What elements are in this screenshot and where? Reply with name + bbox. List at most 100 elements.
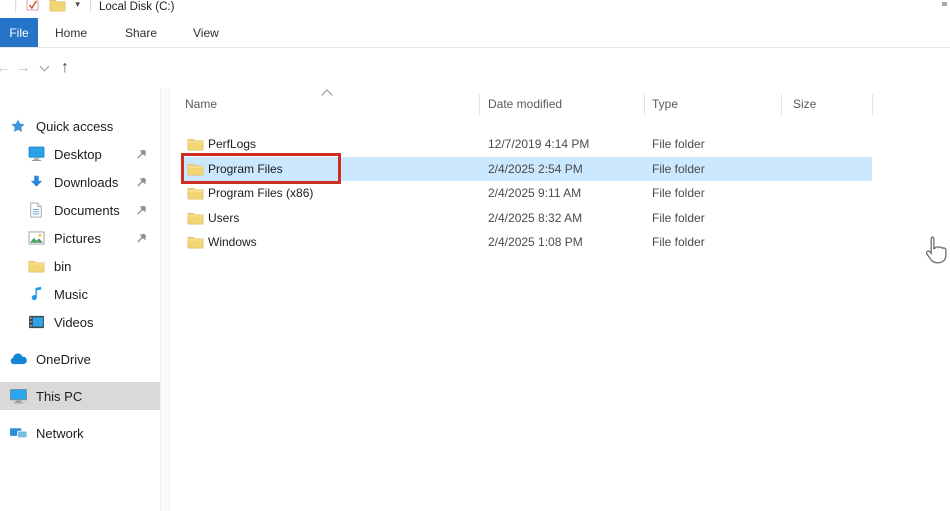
folder-icon: [187, 157, 204, 182]
sidebar-item-bin[interactable]: bin: [0, 252, 160, 280]
sidebar-item-music[interactable]: Music: [0, 280, 160, 308]
sidebar-item-label: Quick access: [36, 119, 113, 134]
sidebar-item-this-pc[interactable]: This PC: [0, 382, 160, 410]
sidebar-item-desktop[interactable]: Desktop: [0, 140, 160, 168]
tab-view[interactable]: View: [193, 18, 219, 47]
file-name[interactable]: Users: [208, 206, 239, 231]
downloads-icon: [26, 173, 46, 191]
file-row-perflogs[interactable]: PerfLogs 12/7/2019 4:14 PM File folder: [168, 132, 950, 157]
documents-icon: [26, 201, 46, 219]
pin-icon[interactable]: [136, 176, 148, 188]
column-divider[interactable]: [781, 94, 782, 116]
pictures-icon: [26, 229, 46, 247]
sidebar-group: OneDrive: [0, 345, 160, 373]
sidebar-item-label: bin: [54, 259, 71, 274]
file-row-program-files-x86-[interactable]: Program Files (x86) 2/4/2025 9:11 AM File …: [168, 181, 950, 206]
file-name[interactable]: PerfLogs: [208, 132, 256, 157]
file-type: File folder: [652, 230, 705, 255]
file-date-modified: 2/4/2025 9:11 AM: [488, 181, 581, 206]
properties-check-icon[interactable]: [26, 0, 40, 12]
folder-icon: [187, 230, 204, 255]
file-type: File folder: [652, 206, 705, 231]
file-date-modified: 12/7/2019 4:14 PM: [488, 132, 589, 157]
window-title: Local Disk (C:): [99, 1, 174, 13]
new-folder-icon[interactable]: [49, 0, 66, 12]
back-button[interactable]: ←: [0, 48, 12, 88]
column-divider[interactable]: [479, 94, 480, 116]
sidebar-item-label: Music: [54, 287, 88, 302]
sidebar-group: Network: [0, 419, 160, 447]
file-date-modified: 2/4/2025 1:08 PM: [488, 230, 583, 255]
sort-ascending-icon: [321, 89, 332, 100]
sidebar-item-label: This PC: [36, 389, 82, 404]
sidebar-item-quick-access[interactable]: Quick access: [0, 112, 160, 140]
sidebar-item-downloads[interactable]: Downloads: [0, 168, 160, 196]
title-bar: | ▾ | Local Disk (C:): [0, 0, 950, 18]
sidebar-item-pictures[interactable]: Pictures: [0, 224, 160, 252]
ribbon-expand-fragment: [942, 2, 947, 6]
sidebar-item-label: Downloads: [54, 175, 118, 190]
folder-icon: [26, 257, 46, 275]
network-icon: [8, 424, 28, 442]
column-header-size[interactable]: Size: [793, 97, 816, 111]
sidebar-item-network[interactable]: Network: [0, 419, 160, 447]
folder-icon: [187, 132, 204, 157]
column-divider[interactable]: [644, 94, 645, 116]
navigation-bar: ← → ↑ ❯ This PC ❯ Local Disk (C:) ❯: [0, 48, 950, 88]
column-header-name[interactable]: Name: [185, 97, 217, 111]
file-name[interactable]: Windows: [208, 230, 257, 255]
sidebar-item-documents[interactable]: Documents: [0, 196, 160, 224]
music-icon: [26, 285, 46, 303]
file-list: PerfLogs12/7/2019 4:14 PMFile folderProg…: [168, 132, 950, 255]
sidebar-item-label: Desktop: [54, 147, 102, 162]
file-name[interactable]: Program Files (x86): [208, 181, 313, 206]
navigation-pane: Quick access Desktop Downloads Documents Pic…: [0, 88, 160, 511]
videos-icon: [26, 313, 46, 331]
pin-icon[interactable]: [136, 148, 148, 160]
main-area: Quick access Desktop Downloads Documents Pic…: [0, 88, 950, 511]
file-name[interactable]: Program Files: [208, 157, 283, 182]
file-list-pane: Name Date modified Type Size PerfLogs 12/…: [168, 88, 950, 511]
tab-home[interactable]: Home: [55, 18, 87, 47]
sidebar-group: Quick access Desktop Downloads Documents Pic…: [0, 112, 160, 336]
file-date-modified: 2/4/2025 2:54 PM: [488, 157, 583, 182]
file-date-modified: 2/4/2025 8:32 AM: [488, 206, 582, 231]
tab-file[interactable]: File: [0, 18, 38, 47]
sidebar-group: This PC: [0, 382, 160, 410]
qat-separator: |: [14, 0, 17, 12]
file-row-program-files[interactable]: Program Files 2/4/2025 2:54 PM File folder: [168, 157, 950, 182]
recent-locations-chevron-icon[interactable]: [37, 48, 51, 88]
sidebar-item-label: Videos: [54, 315, 94, 330]
ribbon-tab-bar: File Home Share View: [0, 18, 950, 48]
forward-button[interactable]: →: [14, 48, 32, 88]
sidebar-item-label: Pictures: [54, 231, 101, 246]
onedrive-icon: [8, 350, 28, 368]
file-type: File folder: [652, 181, 705, 206]
sidebar-item-label: OneDrive: [36, 352, 91, 367]
sidebar-item-videos[interactable]: Videos: [0, 308, 160, 336]
quick-access-star-icon: [8, 117, 28, 135]
tab-share[interactable]: Share: [125, 18, 157, 47]
folder-icon: [187, 206, 204, 231]
sidebar-item-onedrive[interactable]: OneDrive: [0, 345, 160, 373]
file-type: File folder: [652, 157, 705, 182]
pin-icon[interactable]: [136, 204, 148, 216]
column-divider[interactable]: [872, 94, 873, 116]
folder-icon: [187, 181, 204, 206]
up-button[interactable]: ↑: [55, 48, 75, 88]
quick-access-toolbar: | ▾ |: [14, 0, 92, 12]
column-header-type[interactable]: Type: [652, 97, 678, 111]
sidebar-item-label: Network: [36, 426, 84, 441]
file-row-users[interactable]: Users 2/4/2025 8:32 AM File folder: [168, 206, 950, 231]
qat-separator: |: [89, 0, 92, 12]
sidebar-item-label: Documents: [54, 203, 120, 218]
file-type: File folder: [652, 132, 705, 157]
desktop-icon: [26, 145, 46, 163]
this-pc-icon: [8, 387, 28, 405]
file-explorer-window: | ▾ | Local Disk (C:) File Home Share View…: [0, 0, 950, 511]
qat-dropdown-icon[interactable]: ▾: [75, 0, 80, 10]
column-header-row: Name Date modified Type Size: [168, 92, 950, 118]
file-row-windows[interactable]: Windows 2/4/2025 1:08 PM File folder: [168, 230, 950, 255]
pin-icon[interactable]: [136, 232, 148, 244]
column-header-date-modified[interactable]: Date modified: [488, 97, 562, 111]
